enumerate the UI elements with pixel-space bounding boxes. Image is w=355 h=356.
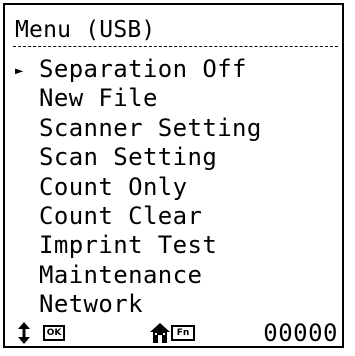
menu-item-new-file[interactable]: New File (13, 84, 262, 113)
menu-item-label: Separation Off (39, 55, 247, 83)
menu-title: Menu (USB) (15, 17, 156, 43)
title-divider (13, 46, 338, 47)
menu-item-imprint-test[interactable]: Imprint Test (13, 231, 262, 260)
menu-item-label: Maintenance (39, 260, 203, 289)
menu-item-scan-setting[interactable]: Scan Setting (13, 143, 262, 172)
menu-item-label: Count Clear (39, 201, 203, 230)
up-down-arrow-icon (18, 322, 30, 344)
menu-item-label: Imprint Test (39, 231, 218, 260)
menu-item-count-clear[interactable]: Count Clear (13, 202, 262, 231)
menu-item-label: Count Only (39, 172, 188, 201)
menu-list: ► Separation Off New File Scanner Settin… (13, 55, 262, 320)
menu-item-label: New File (39, 84, 158, 113)
selection-cursor-icon: ► (15, 63, 24, 79)
menu-item-label: Network (39, 290, 143, 319)
menu-item-scanner-setting[interactable]: Scanner Setting (13, 114, 262, 143)
fn-key-icon: Fn (171, 325, 195, 341)
status-bar: OK Fn 00000 (13, 319, 338, 347)
home-icon (150, 323, 170, 343)
menu-item-maintenance[interactable]: Maintenance (13, 261, 262, 290)
page-counter: 00000 (263, 319, 338, 347)
menu-item-label: Scanner Setting (39, 113, 262, 142)
ok-key-icon: OK (43, 325, 65, 341)
menu-item-label: Scan Setting (39, 143, 218, 172)
menu-item-separation-off[interactable]: ► Separation Off (13, 55, 262, 84)
lcd-screen: Menu (USB) ► Separation Off New File Sca… (3, 3, 344, 348)
menu-item-network[interactable]: Network (13, 290, 262, 319)
menu-item-count-only[interactable]: Count Only (13, 173, 262, 202)
